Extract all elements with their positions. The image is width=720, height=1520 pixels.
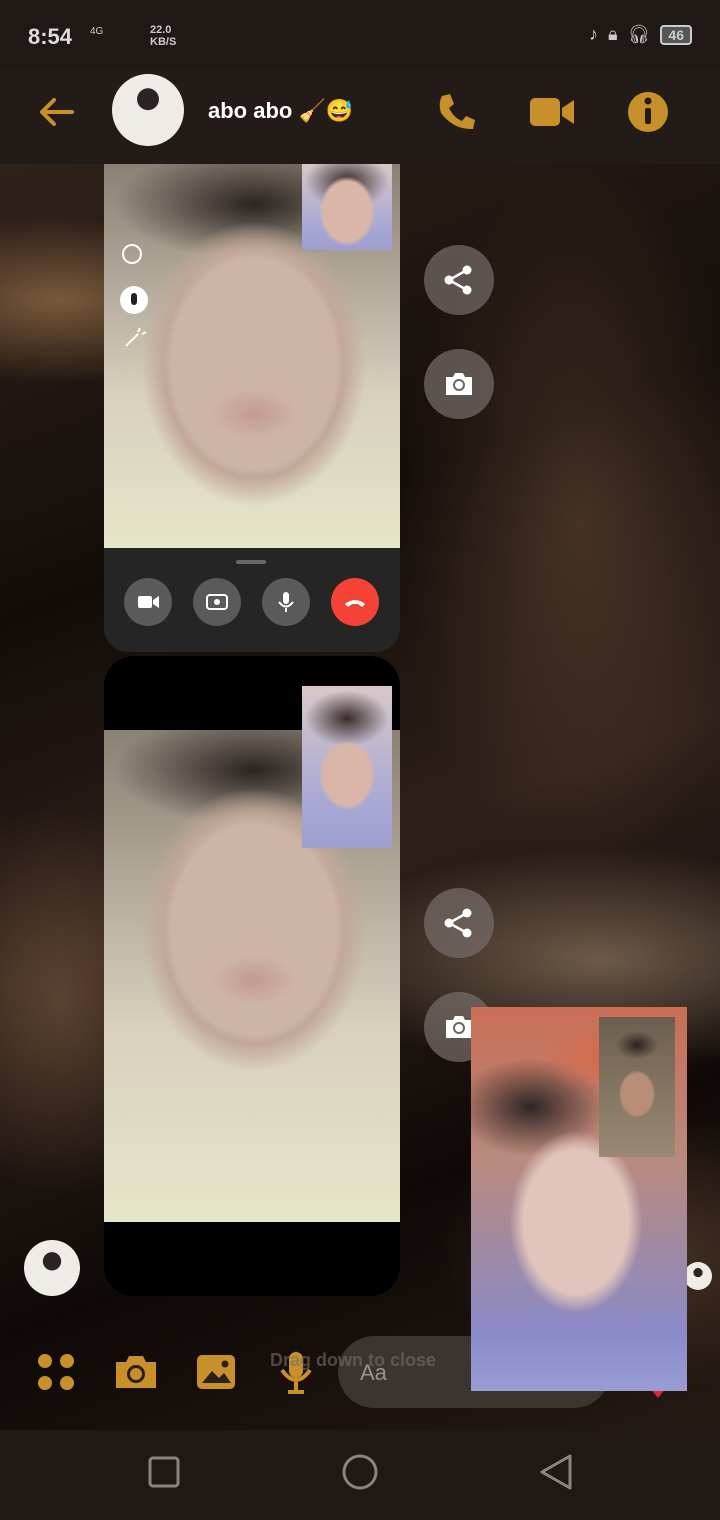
network-speed: 22.0 KB/S — [150, 24, 176, 48]
flip-camera-button — [193, 578, 241, 626]
home-icon[interactable] — [340, 1452, 380, 1492]
info-icon[interactable] — [624, 88, 672, 136]
camera-icon — [446, 373, 472, 395]
sender-avatar[interactable] — [24, 1240, 80, 1296]
battery-indicator: 46 — [660, 24, 692, 45]
hang-up-icon — [345, 600, 365, 607]
status-icons: ♪ 🔒︎ 🎧︎ 46 — [589, 24, 692, 45]
self-view-inset — [302, 686, 392, 848]
apps-icon[interactable] — [34, 1350, 78, 1394]
phone-icon[interactable] — [432, 88, 480, 136]
back-arrow-icon[interactable] — [36, 92, 76, 132]
mute-button — [262, 578, 310, 626]
contact-avatar[interactable] — [112, 74, 184, 146]
microphone-icon — [278, 592, 294, 612]
self-view-inset — [302, 164, 392, 250]
contact-name[interactable]: abo abo 🧹😅 — [208, 98, 353, 124]
share-button[interactable] — [424, 888, 494, 958]
flip-camera-icon — [206, 594, 228, 610]
clock: 8:54 — [28, 24, 73, 49]
share-icon — [444, 908, 472, 938]
status-bar: 8:54 4G 22.0 KB/S ♪ 🔒︎ 🎧︎ 46 — [0, 0, 720, 70]
effects-icons — [120, 244, 148, 347]
video-call-screenshot-1[interactable] — [104, 164, 400, 652]
gallery-icon[interactable] — [194, 1350, 238, 1394]
vibrate-icon: ♪ — [588, 24, 598, 44]
call-controls-bar — [104, 548, 400, 652]
lock-icon: 🔒︎ — [607, 24, 618, 44]
drag-handle — [236, 560, 266, 564]
video-call-icon[interactable] — [528, 88, 576, 136]
network-type: 4G — [90, 26, 104, 37]
recent-apps-icon[interactable] — [148, 1456, 180, 1488]
system-nav-bar — [0, 1430, 720, 1520]
back-nav-icon[interactable] — [538, 1452, 574, 1492]
pip-self-view — [599, 1017, 675, 1157]
video-call-screenshot-2[interactable] — [104, 656, 400, 1296]
headphones-icon: 🎧︎ — [627, 24, 651, 44]
camera-toggle-button — [124, 578, 172, 626]
speed-value: 22.0 — [150, 24, 172, 36]
speed-unit: KB/S — [150, 36, 177, 48]
chat-header: abo abo 🧹😅 — [0, 70, 720, 164]
share-button[interactable] — [424, 245, 494, 315]
share-icon — [444, 265, 472, 295]
end-call-button — [331, 578, 379, 626]
video-camera-icon — [138, 596, 159, 608]
pip-video-call[interactable] — [471, 1007, 687, 1391]
drag-to-close-hint: Drag down to close — [270, 1350, 437, 1370]
camera-button[interactable] — [424, 349, 494, 419]
read-receipt-avatar — [684, 1262, 712, 1290]
camera-icon[interactable] — [114, 1350, 158, 1394]
